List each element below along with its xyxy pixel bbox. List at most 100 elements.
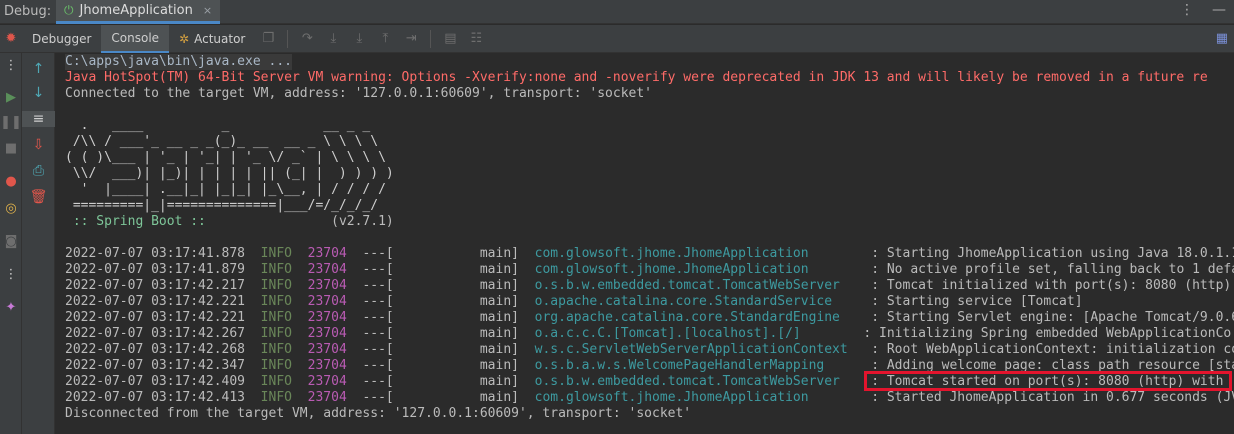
log-level: INFO [260, 262, 292, 277]
spring-boot-version: (v2.7.1) [213, 214, 394, 229]
log-line: 2022-07-07 03:17:42.221 INFO 23704 ---[ … [65, 310, 1234, 326]
log-thread: ---[ main] [362, 374, 519, 389]
log-timestamp: 2022-07-07 03:17:42.268 [65, 342, 246, 357]
log-logger: org.apache.catalina.core.StandardEngine [534, 310, 856, 325]
step-over-icon[interactable]: ↷ [294, 31, 320, 46]
tab-debugger[interactable]: Debugger [22, 25, 101, 53]
log-pid: 23704 [307, 310, 347, 325]
log-thread: ---[ main] [362, 246, 519, 261]
log-message: : Starting Servlet engine: [Apache Tomca… [855, 310, 1234, 325]
log-level: INFO [260, 294, 292, 309]
log-message: : Starting service [Tomcat] [855, 294, 1083, 309]
step-into-icon[interactable]: ⤓ [320, 31, 346, 46]
log-line: 2022-07-07 03:17:42.217 INFO 23704 ---[ … [65, 278, 1231, 294]
log-logger: o.a.c.c.C.[Tomcat].[localhost].[/] [534, 326, 848, 341]
log-pid: 23704 [307, 246, 347, 261]
disconnected-message: Disconnected from the target VM, address… [65, 406, 692, 421]
banner-line: \\/ ___)| |_)| | | | | || (_| | ) ) ) ) [65, 166, 394, 181]
log-level: INFO [260, 374, 292, 389]
minimize-icon[interactable]: — [1212, 2, 1226, 18]
log-pid: 23704 [307, 390, 347, 405]
log-pid: 23704 [307, 374, 347, 389]
settings-more-icon[interactable]: ⋮ [0, 267, 22, 283]
log-level: INFO [260, 326, 292, 341]
mute-breakpoints-icon[interactable]: ◎ [0, 201, 22, 217]
log-line: 2022-07-07 03:17:41.879 INFO 23704 ---[ … [65, 262, 1234, 278]
log-line: 2022-07-07 03:17:42.267 INFO 23704 ---[ … [65, 326, 1231, 342]
pin-icon[interactable]: ✦ [0, 300, 22, 316]
log-thread: ---[ main] [362, 294, 519, 309]
spring-leaf-icon: ⏻ [64, 2, 74, 17]
more-options-icon[interactable]: ⋮ [1180, 2, 1194, 18]
log-pid: 23704 [307, 358, 347, 373]
log-timestamp: 2022-07-07 03:17:42.221 [65, 294, 246, 309]
scroll-down-icon[interactable]: ↓ [22, 85, 55, 101]
log-message: : Started JhomeApplication in 0.677 seco… [855, 390, 1234, 405]
log-timestamp: 2022-07-07 03:17:41.879 [65, 262, 246, 277]
log-message: : Root WebApplicationContext: initializa… [855, 342, 1234, 357]
stop-icon[interactable]: ■ [0, 141, 22, 157]
log-logger: com.glowsoft.jhome.JhomeApplication [534, 246, 856, 261]
log-timestamp: 2022-07-07 03:17:42.347 [65, 358, 246, 373]
log-timestamp: 2022-07-07 03:17:42.413 [65, 390, 246, 405]
tab-console-label: Console [111, 30, 160, 45]
run-config-tab-label: JhomeApplication [79, 2, 193, 18]
jvm-warning: Java HotSpot(TM) 64-Bit Server VM warnin… [65, 70, 1208, 85]
banner-line: . ____ _ __ _ _ [65, 118, 371, 133]
banner-line: /\\ / ___'_ __ _ _(_)_ __ __ _ \ \ \ \ [65, 134, 379, 149]
command-line: C:\apps\java\bin\java.exe ... [65, 54, 292, 70]
scroll-up-icon[interactable]: ↑ [22, 61, 55, 77]
view-breakpoints-icon[interactable]: ● [0, 174, 22, 190]
log-thread: ---[ main] [362, 390, 519, 405]
log-pid: 23704 [307, 294, 347, 309]
log-level: INFO [260, 278, 292, 293]
debug-window-header: Debug: ⏻ JhomeApplication × ⋮ — [0, 0, 1234, 24]
banner-line: =========|_|==============|___/=/_/_/_/ [65, 198, 379, 213]
log-logger: com.glowsoft.jhome.JhomeApplication [534, 390, 856, 405]
tab-debugger-label: Debugger [32, 31, 92, 46]
run-config-tab[interactable]: ⏻ JhomeApplication × [56, 0, 221, 24]
run-to-cursor-icon[interactable]: ⇥ [398, 31, 424, 46]
banner-line: ( ( )\___ | '_ | '_| | '_ \/ _` | \ \ \ … [65, 150, 386, 165]
resume-icon[interactable]: ▶ [0, 90, 22, 106]
spring-boot-version-line: :: Spring Boot :: (v2.7.1) [65, 214, 394, 230]
log-timestamp: 2022-07-07 03:17:41.878 [65, 246, 246, 261]
layout-settings-icon[interactable]: ▦ [1216, 31, 1228, 46]
log-thread: ---[ main] [362, 262, 519, 277]
restore-layout-icon[interactable]: ❐ [255, 31, 281, 46]
scroll-to-end-icon[interactable]: ⇩ [22, 137, 55, 153]
step-out-icon[interactable]: ⤒ [372, 31, 398, 46]
debug-label: Debug: [4, 4, 52, 19]
log-timestamp: 2022-07-07 03:17:42.409 [65, 374, 246, 389]
log-level: INFO [260, 342, 292, 357]
debug-toolbar: ✹ Debugger Console ✲ Actuator ❐ ↷ ⤓ ⤓ ⤒ … [0, 24, 1234, 53]
log-level: INFO [260, 310, 292, 325]
camera-icon[interactable]: ◙ [0, 234, 22, 250]
debug-bug-icon[interactable]: ✹ [0, 31, 22, 46]
tab-actuator-label: Actuator [194, 31, 246, 46]
pause-icon[interactable]: ❚❚ [0, 115, 22, 131]
log-pid: 23704 [307, 278, 347, 293]
force-step-into-icon[interactable]: ⤓ [346, 31, 372, 46]
log-timestamp: 2022-07-07 03:17:42.267 [65, 326, 246, 341]
soft-wrap-icon[interactable]: ≡ [22, 111, 55, 127]
log-logger: o.s.b.w.embedded.tomcat.TomcatWebServer [534, 374, 856, 389]
log-message: : Initializing Spring embedded WebApplic… [847, 326, 1232, 341]
clear-all-icon[interactable]: 🗑 [22, 189, 55, 205]
log-level: INFO [260, 358, 292, 373]
debug-actions-bar: ⋮ ▶ ❚❚ ■ ● ◎ ◙ ⋮ ✦ [0, 53, 22, 434]
log-logger: o.apache.catalina.core.StandardService [534, 294, 856, 309]
tab-console[interactable]: Console [101, 24, 170, 53]
log-line: 2022-07-07 03:17:41.878 INFO 23704 ---[ … [65, 246, 1234, 262]
log-logger: o.s.b.a.w.s.WelcomePageHandlerMapping [534, 358, 856, 373]
trace-stream-icon[interactable]: ☷ [463, 31, 489, 46]
log-timestamp: 2022-07-07 03:17:42.221 [65, 310, 246, 325]
log-pid: 23704 [307, 262, 347, 277]
log-thread: ---[ main] [362, 278, 519, 293]
more-icon[interactable]: ⋮ [0, 58, 22, 74]
evaluate-expression-icon[interactable]: ▤ [437, 31, 463, 46]
tab-actuator[interactable]: ✲ Actuator [169, 25, 255, 53]
close-icon[interactable]: × [203, 4, 212, 17]
console-output[interactable]: C:\apps\java\bin\java.exe ... Java HotSp… [56, 53, 1234, 434]
print-icon[interactable]: ⎙ [22, 163, 55, 179]
